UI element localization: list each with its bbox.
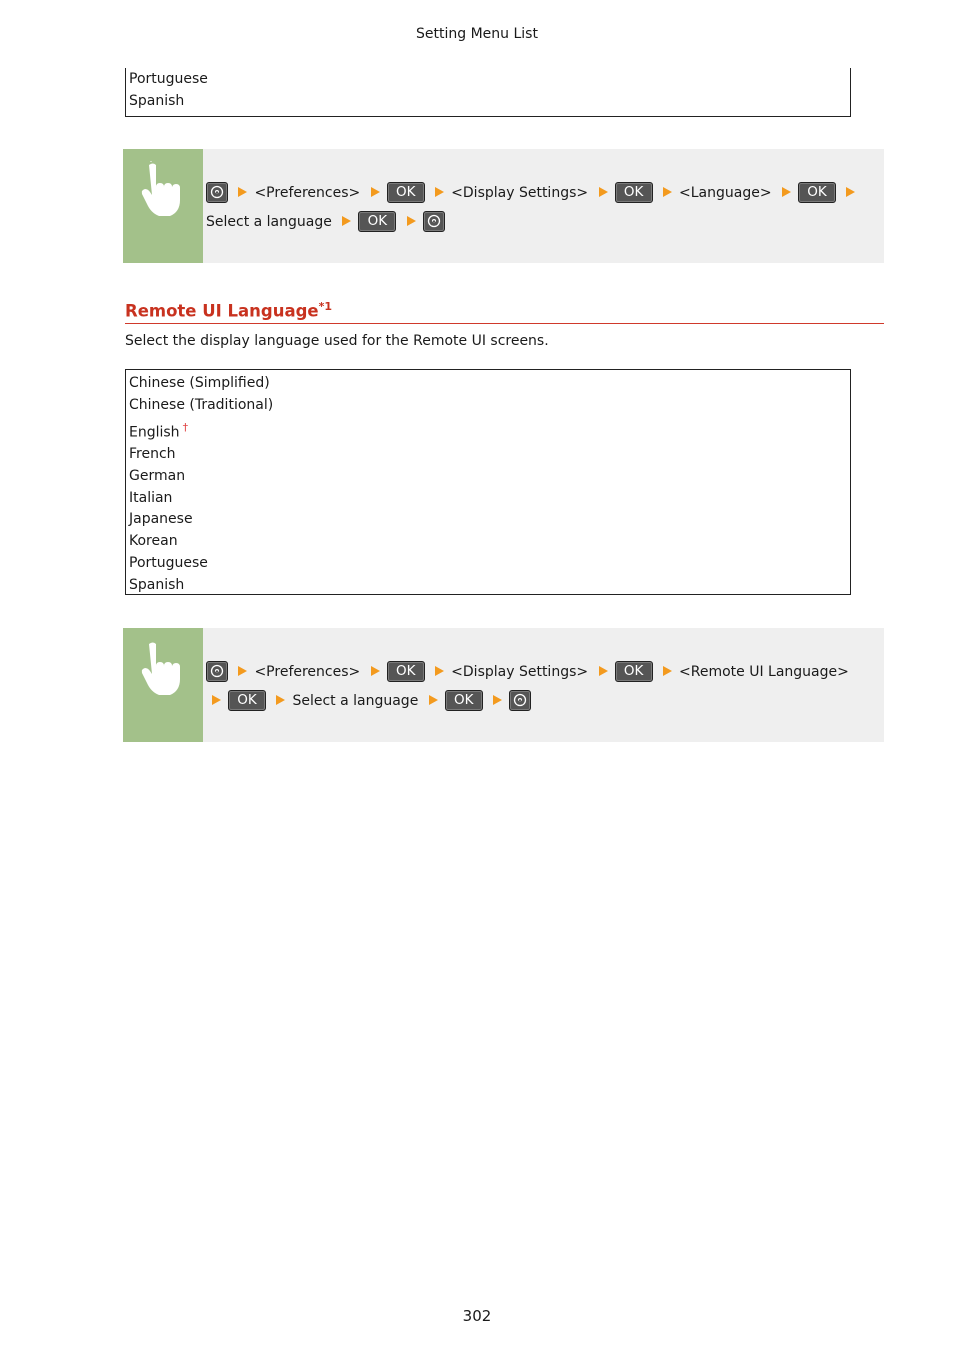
section-title: Remote UI Language*1: [125, 300, 884, 324]
option-item: Korean: [129, 533, 178, 550]
option-item: Chinese (Traditional): [129, 396, 274, 413]
arrow-right-icon: [782, 187, 792, 197]
step-text: <Display Settings>: [451, 185, 589, 201]
arrow-right-icon: [238, 187, 248, 197]
option-item: Italian: [129, 489, 173, 506]
page-header: Setting Menu List: [416, 26, 538, 42]
arrow-right-icon: [406, 216, 416, 226]
option-item: Japanese: [129, 511, 193, 528]
language-list-continued: Portuguese Spanish: [125, 68, 851, 117]
step-text: <Language>: [679, 185, 772, 201]
option-item: French: [129, 446, 176, 463]
arrow-right-icon: [663, 666, 673, 676]
procedure-steps: <Preferences> OK <Display Settings> OK <…: [206, 658, 866, 716]
step-text: Select a language: [292, 693, 419, 709]
option-label: English: [129, 424, 180, 441]
hand-pointer-icon: [123, 628, 203, 742]
ok-key: OK: [358, 210, 397, 232]
default-marker: †: [182, 420, 189, 434]
option-item: German: [129, 467, 186, 484]
arrow-right-icon: [598, 666, 608, 676]
footnote-marker: *1: [318, 300, 333, 313]
ok-key: OK: [386, 181, 425, 203]
home-key-icon: [206, 181, 228, 203]
arrow-right-icon: [598, 187, 608, 197]
arrow-right-icon: [370, 187, 380, 197]
step-text: <Preferences>: [254, 185, 361, 201]
arrow-right-icon: [238, 666, 248, 676]
ok-key: OK: [228, 689, 266, 711]
home-key-icon: [206, 660, 228, 682]
arrow-right-icon: [663, 187, 673, 197]
arrow-right-icon: [493, 695, 503, 705]
page-number: 302: [462, 1307, 492, 1325]
hand-pointer-icon: [123, 149, 203, 263]
ok-key: OK: [614, 660, 653, 682]
list-item: Spanish: [129, 92, 185, 109]
ok-key: OK: [444, 689, 483, 711]
arrow-right-icon: [342, 216, 352, 226]
section-title-text: Remote UI Language: [125, 301, 319, 321]
remote-ui-language-options: Chinese (Simplified) Chinese (Traditiona…: [125, 369, 851, 595]
step-text: <Remote UI Language>: [679, 664, 849, 680]
ok-key: OK: [614, 181, 653, 203]
arrow-right-icon: [846, 187, 856, 197]
list-item: Portuguese: [129, 71, 208, 87]
step-text: <Display Settings>: [451, 664, 589, 680]
arrow-right-icon: [212, 695, 221, 705]
option-item: Spanish: [129, 576, 185, 593]
ok-key: OK: [386, 660, 425, 682]
home-key-icon: [509, 689, 532, 711]
arrow-right-icon: [370, 666, 380, 676]
option-item: Portuguese: [129, 555, 208, 572]
option-item: English †: [129, 417, 850, 444]
ok-key: OK: [798, 181, 837, 203]
arrow-right-icon: [428, 695, 438, 705]
step-text: Select a language: [206, 214, 332, 230]
procedure-steps: <Preferences> OK <Display Settings> OK <…: [206, 179, 866, 237]
home-key-icon: [422, 210, 445, 232]
section-description: Select the display language used for the…: [125, 333, 549, 349]
procedure-panel-remote-ui-language: <Preferences> OK <Display Settings> OK <…: [123, 628, 884, 742]
arrow-right-icon: [435, 187, 445, 197]
arrow-right-icon: [435, 666, 445, 676]
step-text: <Preferences>: [254, 664, 361, 680]
arrow-right-icon: [276, 695, 286, 705]
option-item: Chinese (Simplified): [129, 375, 270, 391]
procedure-panel-language: <Preferences> OK <Display Settings> OK <…: [123, 149, 884, 263]
